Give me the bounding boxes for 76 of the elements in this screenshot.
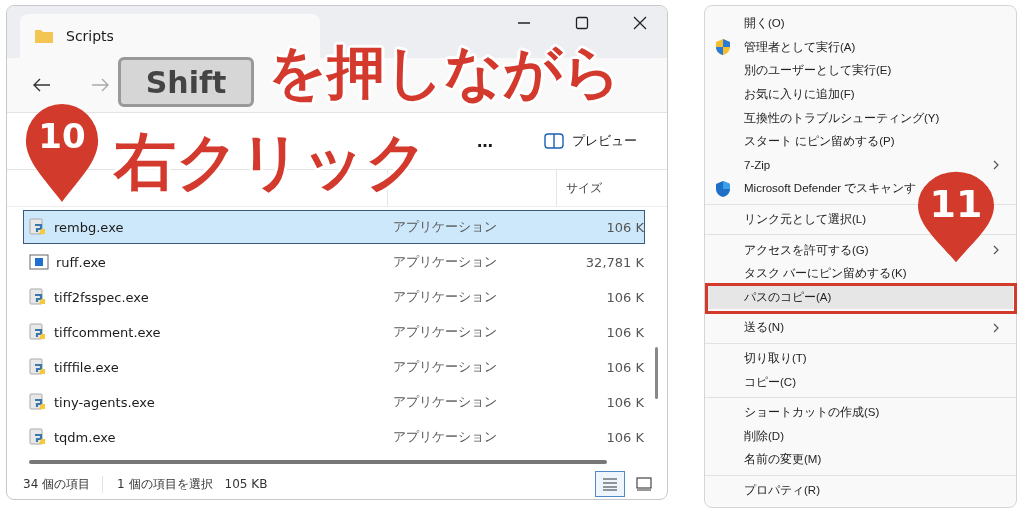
- menu-item[interactable]: ショートカットの作成(S): [708, 400, 1013, 425]
- shield-icon: [714, 179, 732, 198]
- application-icon: [29, 254, 49, 270]
- menu-item[interactable]: アクセスを許可する(G): [708, 238, 1013, 262]
- menu-item[interactable]: 開く(O): [708, 12, 1013, 36]
- python-file-icon: [29, 358, 47, 376]
- item-count: 34 個の項目: [23, 475, 91, 493]
- forward-icon[interactable]: [91, 78, 109, 92]
- more-button[interactable]: …: [477, 131, 494, 151]
- file-name: ruff.exe: [56, 254, 106, 270]
- file-name: tifffile.exe: [54, 359, 119, 375]
- menu-item[interactable]: タスク バーにピン留めする(K): [708, 261, 1013, 286]
- file-size: 106 K: [605, 394, 644, 410]
- file-type: アプリケーション: [393, 323, 498, 341]
- file-type: アプリケーション: [393, 428, 498, 446]
- file-name: tiffcomment.exe: [54, 324, 161, 340]
- folder-icon: [34, 28, 54, 44]
- file-name: rembg.exe: [54, 219, 124, 235]
- back-icon[interactable]: [33, 78, 51, 92]
- shift-key: Shift: [118, 57, 254, 107]
- file-name: tqdm.exe: [54, 429, 116, 445]
- file-type: アプリケーション: [393, 253, 498, 271]
- menu-item[interactable]: 7-Zip: [708, 153, 1013, 178]
- column-header[interactable]: サイズ: [566, 179, 602, 197]
- shield-icon: [714, 38, 732, 57]
- file-size: 106 K: [605, 219, 644, 235]
- menu-item[interactable]: 削除(D): [708, 424, 1013, 449]
- file-size: 32,781 K: [584, 254, 644, 270]
- step-number: 10: [38, 116, 86, 156]
- python-file-icon: [29, 428, 47, 446]
- file-size: 106 K: [605, 324, 644, 340]
- file-type: アプリケーション: [393, 288, 498, 306]
- file-size: 106 K: [605, 359, 644, 375]
- close-icon[interactable]: [633, 16, 647, 30]
- file-row[interactable]: tiny-agents.exe アプリケーション 106 K: [23, 385, 645, 419]
- file-row[interactable]: tiff2fsspec.exe アプリケーション 106 K: [23, 280, 645, 314]
- annotation-caption: 右クリック: [114, 124, 428, 200]
- file-name: tiny-agents.exe: [54, 394, 155, 410]
- file-type: アプリケーション: [393, 218, 498, 236]
- menu-item[interactable]: 別のユーザーとして実行(E): [708, 59, 1013, 83]
- file-type: アプリケーション: [393, 358, 498, 376]
- scrollbar-thumb[interactable]: [29, 460, 607, 464]
- list-icon: [602, 477, 618, 491]
- selection-size: 105 KB: [224, 477, 268, 491]
- menu-item[interactable]: 名前の変更(M): [708, 448, 1013, 472]
- file-row[interactable]: tiffcomment.exe アプリケーション 106 K: [23, 315, 645, 349]
- python-file-icon: [29, 393, 47, 411]
- maximize-icon[interactable]: [575, 16, 589, 30]
- file-row[interactable]: rembg.exe アプリケーション 106 K: [23, 210, 645, 244]
- step-pin-icon: [24, 102, 100, 204]
- menu-item[interactable]: 互換性のトラブルシューティング(Y): [708, 106, 1013, 130]
- menu-item[interactable]: 切り取り(T): [708, 346, 1013, 371]
- python-file-icon: [29, 218, 47, 236]
- file-size: 106 K: [605, 429, 644, 445]
- menu-item[interactable]: お気に入りに追加(F): [708, 82, 1013, 107]
- menu-item[interactable]: コピー(C): [708, 370, 1013, 394]
- menu-item[interactable]: スタート にピン留めする(P): [708, 129, 1013, 154]
- details-view-button[interactable]: [595, 471, 625, 497]
- monitor-icon: [636, 477, 652, 491]
- file-size: 106 K: [605, 289, 644, 305]
- menu-item[interactable]: 送る(N): [708, 316, 1013, 340]
- selection-count: 1 個の項目を選択: [102, 475, 213, 493]
- python-file-icon: [29, 323, 47, 341]
- file-type: アプリケーション: [393, 393, 498, 411]
- preview-button[interactable]: プレビュー: [540, 128, 641, 154]
- python-file-icon: [29, 288, 47, 306]
- menu-item[interactable]: パスのコピー(A): [708, 285, 1013, 310]
- preview-pane-icon: [544, 133, 564, 149]
- file-row[interactable]: ruff.exe アプリケーション 32,781 K: [23, 245, 645, 279]
- file-name: tiff2fsspec.exe: [54, 289, 149, 305]
- menu-item[interactable]: プロパティ(R): [708, 478, 1013, 503]
- file-row[interactable]: tifffile.exe アプリケーション 106 K: [23, 350, 645, 384]
- menu-item[interactable]: 管理者として実行(A): [708, 35, 1013, 60]
- scrollbar-thumb[interactable]: [655, 347, 658, 399]
- step-pin-icon: [916, 170, 996, 264]
- file-row[interactable]: tqdm.exe アプリケーション 106 K: [23, 420, 645, 454]
